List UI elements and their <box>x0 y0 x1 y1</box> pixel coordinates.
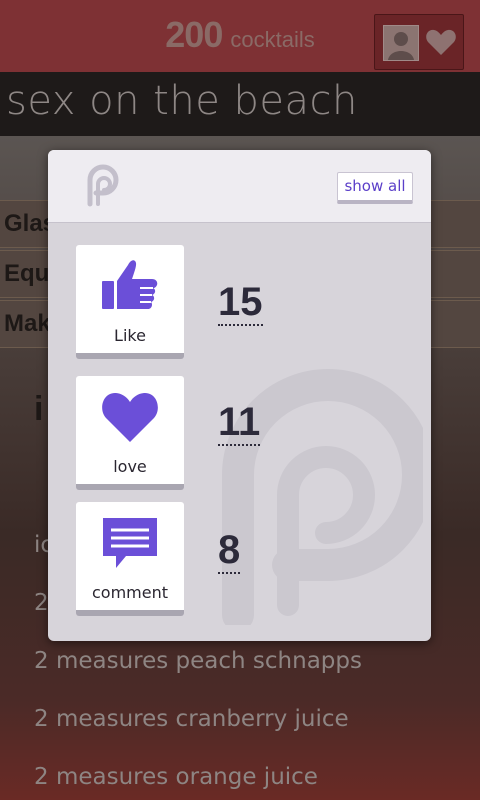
comment-icon <box>103 518 157 568</box>
header-actions <box>374 14 464 70</box>
top-bar: 200 cocktails <box>0 0 480 72</box>
like-count[interactable]: 15 <box>218 282 263 326</box>
reactions-popup: show all Like 15 love 11 comment 8 <box>48 150 431 641</box>
drink-title: sex on the beach <box>6 78 358 124</box>
avatar-icon[interactable] <box>383 25 419 61</box>
brand-logo-icon <box>87 164 119 207</box>
love-count[interactable]: 11 <box>218 402 261 446</box>
ingredient-item: 2 measures cranberry juice <box>34 706 349 732</box>
ingredient-item: 2 measures orange juice <box>34 764 318 790</box>
cocktail-count-unit: cocktails <box>230 27 315 52</box>
comment-count[interactable]: 8 <box>218 530 241 574</box>
like-label: Like <box>114 326 146 345</box>
info-row-label: Mak <box>4 310 51 337</box>
cocktail-count-number: 200 <box>165 14 223 55</box>
popup-header: show all <box>48 150 431 223</box>
show-all-button[interactable]: show all <box>337 172 413 204</box>
thumbs-up-icon <box>102 260 158 309</box>
heart-icon <box>102 392 158 442</box>
comment-label: comment <box>91 583 168 602</box>
ingredient-item: 2 measures peach schnapps <box>34 648 362 674</box>
love-label: love <box>113 457 147 476</box>
ingredients-heading: i <box>34 390 44 428</box>
comment-button[interactable]: comment <box>76 502 184 616</box>
watermark-logo-icon <box>222 369 423 625</box>
info-row-label: Equ <box>4 260 50 287</box>
ingredient-item: 2 <box>34 590 49 616</box>
like-button[interactable]: Like <box>76 245 184 359</box>
heart-icon[interactable] <box>425 27 457 57</box>
love-button[interactable]: love <box>76 376 184 490</box>
